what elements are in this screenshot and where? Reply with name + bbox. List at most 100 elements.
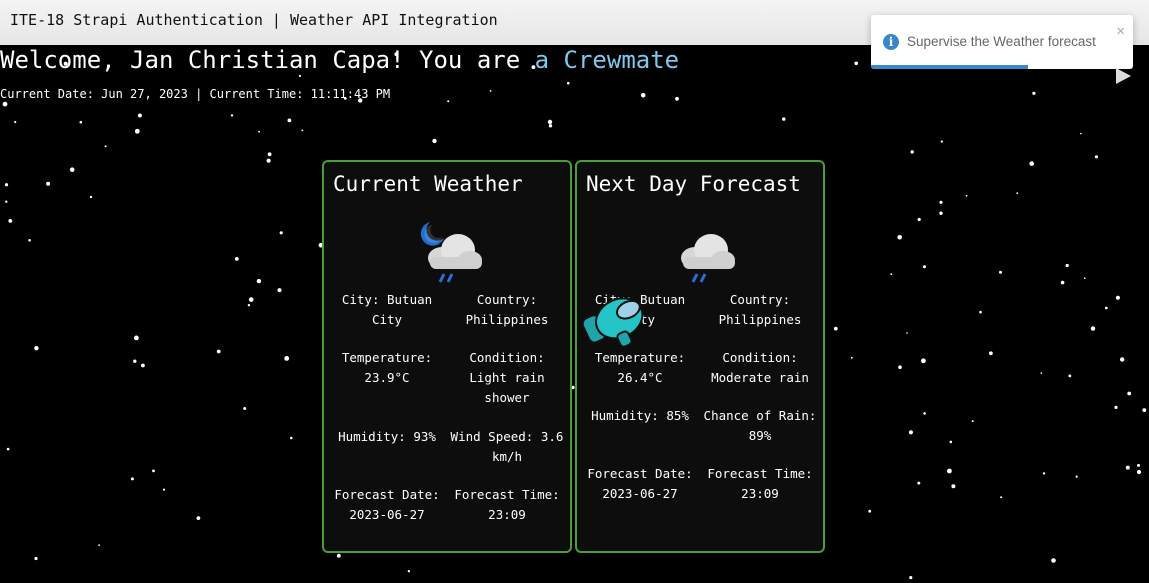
- star: [301, 129, 304, 132]
- star: [923, 265, 926, 269]
- star: [489, 90, 492, 92]
- star: [908, 430, 914, 435]
- star: [890, 273, 893, 276]
- star: [567, 81, 570, 85]
- star: [868, 509, 872, 513]
- star: [447, 100, 450, 103]
- star: [1127, 391, 1132, 396]
- star: [137, 113, 142, 118]
- star: [432, 138, 437, 144]
- star: [1000, 496, 1003, 499]
- star: [917, 481, 921, 485]
- star: [407, 570, 411, 573]
- star: [104, 145, 107, 148]
- star: [898, 365, 902, 370]
- temperature-info: Temperature: 26.4°C: [594, 350, 686, 385]
- forecast-time-info: Forecast Time: 23:09: [707, 466, 813, 501]
- humidity-info: Humidity: 85%: [591, 408, 689, 423]
- country-info: Country: Philippines: [465, 292, 549, 327]
- star: [675, 96, 679, 101]
- star: [1068, 374, 1072, 378]
- star: [133, 359, 137, 363]
- toast-progress-bar: [871, 65, 1029, 69]
- star: [1016, 192, 1019, 195]
- star: [284, 356, 290, 361]
- close-icon[interactable]: ×: [1116, 23, 1125, 40]
- star: [130, 477, 134, 481]
- star: [14, 120, 17, 124]
- star: [923, 412, 926, 415]
- star: [34, 556, 38, 561]
- star: [287, 118, 292, 123]
- star: [46, 181, 51, 186]
- star: [947, 468, 952, 474]
- star: [134, 335, 139, 341]
- star: [8, 219, 13, 223]
- star: [152, 469, 155, 473]
- star: [1084, 277, 1086, 280]
- star: [940, 140, 943, 143]
- star: [79, 120, 83, 124]
- city-info: City: Butuan City: [341, 292, 433, 327]
- info-icon: i: [883, 34, 899, 50]
- star: [4, 183, 9, 187]
- role-label: a Crewmate: [534, 46, 680, 74]
- star: [1032, 91, 1036, 95]
- star: [89, 195, 93, 199]
- play-icon[interactable]: [1113, 66, 1133, 86]
- star: [256, 278, 262, 284]
- rain-cloud-icon: [681, 234, 735, 283]
- star: [909, 576, 913, 580]
- star: [965, 194, 968, 197]
- star: [141, 363, 145, 368]
- star: [1137, 463, 1140, 467]
- condition-info: Condition: Moderate rain: [711, 350, 809, 385]
- star: [1065, 263, 1069, 268]
- humidity-info: Humidity: 93%: [338, 429, 436, 444]
- wind-speed-info: Wind Speed: 3.6 km/h: [450, 429, 564, 464]
- forecast-time-info: Forecast Time: 23:09: [454, 487, 560, 522]
- star: [247, 304, 251, 307]
- star: [243, 407, 247, 410]
- star: [267, 152, 272, 157]
- star: [850, 356, 853, 359]
- star: [1090, 326, 1096, 331]
- star: [279, 231, 283, 235]
- star: [897, 235, 902, 240]
- crewmate-icon: [581, 297, 644, 348]
- star: [1104, 306, 1108, 310]
- star: [939, 200, 943, 204]
- night-rain-cloud-icon: [420, 222, 482, 283]
- star: [1120, 357, 1125, 362]
- current-datetime: Current Date: Jun 27, 2023 | Current Tim…: [0, 87, 391, 101]
- star: [1142, 408, 1147, 412]
- star: [1060, 280, 1065, 285]
- welcome-heading: Welcome, Jan Christian Capa! You are a C…: [0, 46, 679, 74]
- star: [1136, 469, 1142, 475]
- star: [921, 358, 926, 364]
- star: [979, 310, 982, 314]
- star: [1080, 132, 1082, 135]
- forecast-date-info: Forecast Date: 2023-06-27: [587, 466, 693, 501]
- star: [906, 332, 908, 334]
- star: [1114, 405, 1118, 409]
- next-day-forecast-card: Next Day Forecast City: Butuan City Coun…: [575, 160, 825, 553]
- star: [277, 288, 282, 293]
- star: [266, 158, 271, 163]
- star: [971, 420, 974, 423]
- star: [216, 349, 221, 354]
- star: [999, 270, 1002, 274]
- star: [69, 167, 75, 172]
- rain-chance-info: Chance of Rain: 89%: [703, 408, 817, 443]
- star: [548, 124, 553, 128]
- star: [258, 130, 260, 133]
- star: [951, 484, 956, 489]
- star: [28, 239, 31, 242]
- star: [1029, 161, 1034, 166]
- notification-toast[interactable]: i Supervise the Weather forecast ×: [871, 15, 1133, 69]
- star: [134, 128, 140, 134]
- toast-message: Supervise the Weather forecast: [907, 34, 1096, 49]
- forecast-date-info: Forecast Date: 2023-06-27: [334, 487, 440, 522]
- star: [1115, 295, 1120, 300]
- welcome-text: Welcome, Jan Christian Capa! You are: [0, 46, 535, 74]
